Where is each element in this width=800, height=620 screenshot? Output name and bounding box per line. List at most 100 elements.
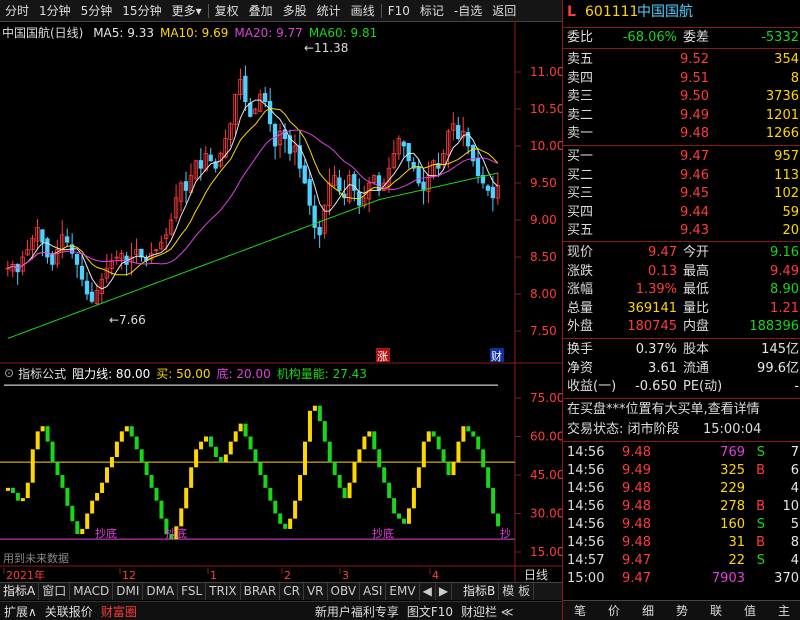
toolbar-button[interactable]: 分时 [0, 0, 34, 22]
stat-label: 现价 [567, 245, 594, 260]
toolbar-button[interactable]: 15分钟 [117, 0, 166, 22]
indicator-tab[interactable]: EMV [386, 583, 420, 600]
indicator-bar [362, 436, 367, 450]
price-tick-label: 8.00 [530, 287, 557, 301]
stat-label: 收益(一) [567, 379, 617, 394]
quote-stat-row: 收益(一) -0.650 PE(动) - [563, 378, 800, 396]
tick-count: 6 [790, 463, 799, 478]
indicator-bar [406, 508, 411, 524]
status-item[interactable]: 图文F10 [403, 603, 457, 620]
quote-tab[interactable]: 笔 [574, 602, 586, 619]
kline-chart[interactable]: 11.00 10.50 10.00 9.50 9.00 8.50 8.00 7.50 ←11.3… [0, 22, 562, 582]
toolbar-button[interactable]: 更多▾ [167, 0, 207, 22]
indicator-tab[interactable]: MACD [70, 583, 114, 600]
quote-tab[interactable]: 细 [642, 602, 654, 619]
indicator-tab[interactable]: ▶ [436, 583, 453, 600]
indicator-tab[interactable]: DMI [113, 583, 144, 600]
tick-time: 14:56 [567, 535, 605, 550]
indicator-bar [283, 523, 288, 529]
indicator-bar [446, 462, 451, 475]
indicator-bar [352, 462, 357, 483]
ask-label: 卖四 [567, 70, 594, 86]
indicator-tab[interactable]: 指标A [0, 583, 40, 600]
indicator-bar [95, 492, 100, 501]
stat-label: 最高 [683, 263, 710, 279]
stat-value: - [794, 379, 799, 394]
candle-body [307, 179, 312, 206]
stat-value: 1.21 [770, 300, 799, 316]
indicator-bar [184, 487, 189, 509]
toolbar-button[interactable]: 标记 [415, 0, 449, 22]
indicator-tab[interactable]: ASI [360, 583, 387, 600]
chaodi-label: 抄底 [372, 526, 394, 540]
toolbar-button[interactable]: 5分钟 [76, 0, 118, 22]
ask-label: 卖三 [567, 89, 594, 104]
ask-price: 9.51 [680, 70, 709, 86]
status-item[interactable]: 新用户福利专享 [311, 603, 403, 620]
indicator-bar [466, 426, 471, 432]
quote-stat-row: 涨幅 1.39% 最低 8.90 [563, 281, 800, 299]
toolbar-button[interactable]: 叠加 [244, 0, 278, 22]
toolbar-button[interactable]: 画线 [346, 0, 380, 22]
candle-body [243, 75, 248, 102]
quote-stat-row: 净资 3.61 流通 99.6亿 [563, 360, 800, 378]
indicator-tab[interactable]: BRAR [241, 583, 281, 600]
toolbar-button[interactable]: 1分钟 [34, 0, 76, 22]
toolbar-button[interactable]: 返回 [487, 0, 521, 22]
quote-tab[interactable]: 势 [676, 602, 688, 619]
toolbar-button[interactable]: F10 [383, 0, 415, 22]
indicator-bar [337, 475, 342, 488]
toolbar-button[interactable]: 复权 [210, 0, 244, 22]
toolbar-button[interactable]: 统计 [312, 0, 346, 22]
quote-tab[interactable]: 价 [608, 602, 620, 619]
status-item[interactable]: 财富圈 [97, 603, 141, 620]
stat-value: 369141 [627, 300, 677, 316]
quote-stat-row: 外盘 180745 内盘 188396 [563, 318, 800, 336]
quote-panel: L 601111 中国国航 委比 -68.06% 委差 -5332 卖五 9.52 354 卖四 9.… [562, 0, 800, 620]
ask-row: 卖二 9.49 1201 [563, 107, 800, 125]
indicator-tab[interactable]: ◀ [420, 583, 436, 600]
bid-volume: 957 [774, 149, 799, 164]
indicator-bar [70, 505, 75, 522]
collapse-icon[interactable]: ⊙ [4, 366, 14, 380]
future-data-note: 用到未来数据 [3, 551, 69, 565]
indicator-tab[interactable]: 窗口 [39, 583, 71, 600]
stat-value: -0.650 [635, 379, 677, 394]
status-item[interactable]: 财迎栏 ≪ [457, 603, 517, 620]
bid-price: 9.46 [680, 167, 709, 183]
indicator-tab[interactable]: FSL [178, 583, 207, 600]
indicator-bars [6, 405, 501, 540]
indicator-tab[interactable]: OBV [328, 583, 361, 600]
indicator-name[interactable]: 指标公式 [18, 365, 66, 382]
indicator-bar [461, 426, 466, 442]
quote-tab[interactable]: 值 [744, 602, 756, 619]
indicator-tab[interactable]: CR [280, 583, 304, 600]
price-tick-label: 10.00 [530, 139, 562, 153]
quote-header: L 601111 中国国航 [563, 2, 800, 24]
indicator-bar [496, 513, 501, 527]
toolbar-button[interactable]: -自选 [449, 0, 487, 22]
bid-price: 9.43 [680, 223, 709, 238]
candle-body [248, 102, 253, 117]
stock-name: 中国国航 [637, 4, 693, 20]
divider [563, 441, 800, 442]
indicator-tab[interactable]: TRIX [206, 583, 241, 600]
indicator-tab[interactable]: 模 板 [499, 583, 535, 600]
indicator-tab[interactable]: 指标B [460, 583, 500, 600]
toolbar-button[interactable]: 多股 [278, 0, 312, 22]
quote-tab[interactable]: 联 [710, 602, 722, 619]
big-order-notice[interactable]: 在买盘***位置有大买单,查看详情 [567, 401, 800, 419]
quote-tab[interactable]: 主 [778, 602, 790, 619]
high-marker: ←11.38 [304, 41, 348, 55]
status-item[interactable]: 扩展∧ [0, 603, 41, 620]
wecha-label: 委差 [683, 30, 710, 45]
indicator-bar [372, 431, 377, 450]
stat-value: 99.6亿 [757, 360, 799, 376]
indicator-tab[interactable]: DMA [143, 583, 179, 600]
period-label[interactable]: 日线 [524, 568, 548, 582]
status-item[interactable]: 关联报价 [41, 603, 97, 620]
indicator-tab[interactable]: VR [304, 583, 328, 600]
indicator-bar [293, 500, 298, 519]
stat-label: 外盘 [567, 319, 594, 334]
bid-volume: 113 [774, 167, 799, 183]
